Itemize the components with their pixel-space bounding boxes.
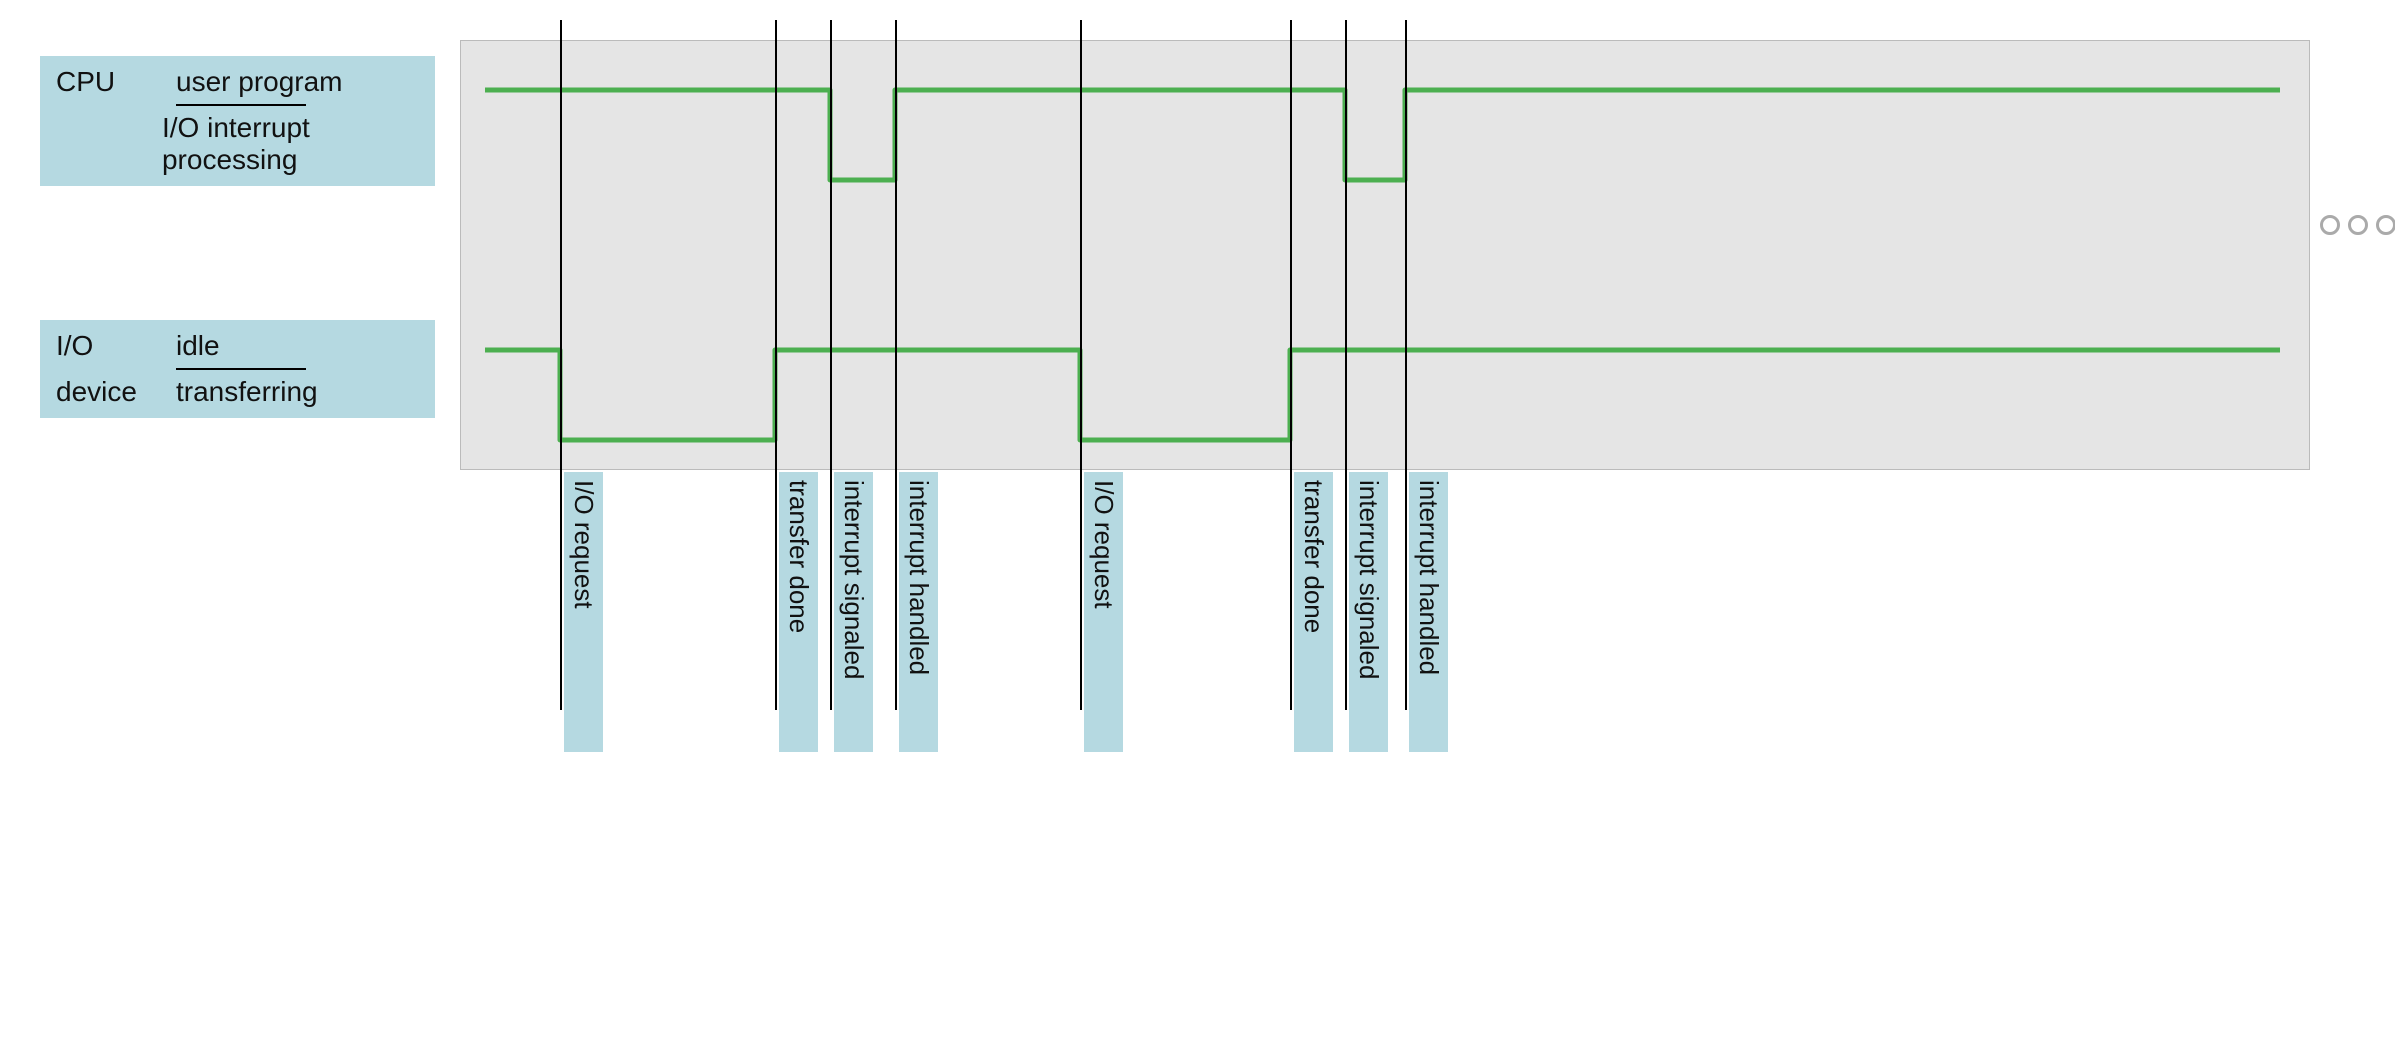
legend-cpu: CPU user program I/O interrupt processin… bbox=[40, 56, 435, 186]
event-label-io-request-1: I/O request bbox=[564, 472, 603, 752]
diagram-root: CPU user program I/O interrupt processin… bbox=[20, 20, 2375, 1020]
continuation-dots bbox=[2320, 215, 2395, 235]
event-line bbox=[560, 20, 562, 710]
legend-io-state-low: transferring bbox=[176, 376, 318, 408]
event-label-transfer-done-1: transfer done bbox=[779, 472, 818, 752]
event-line bbox=[1405, 20, 1407, 710]
event-line bbox=[1080, 20, 1082, 710]
legend-cpu-state-high: user program bbox=[176, 66, 343, 98]
plot-area bbox=[460, 40, 2310, 470]
event-label-interrupt-handled-2: interrupt handled bbox=[1409, 472, 1448, 752]
event-line bbox=[830, 20, 832, 710]
legend-io: I/O idle device transferring bbox=[40, 320, 435, 418]
event-label-interrupt-signaled-1: interrupt signaled bbox=[834, 472, 873, 752]
event-label-interrupt-handled-1: interrupt handled bbox=[899, 472, 938, 752]
event-label-interrupt-signaled-2: interrupt signaled bbox=[1349, 472, 1388, 752]
event-label-transfer-done-2: transfer done bbox=[1294, 472, 1333, 752]
legend-io-title-2: device bbox=[56, 376, 137, 407]
legend-divider bbox=[176, 368, 306, 370]
event-label-io-request-2: I/O request bbox=[1084, 472, 1123, 752]
legend-cpu-state-low: I/O interrupt processing bbox=[162, 112, 419, 176]
legend-cpu-title: CPU bbox=[56, 66, 176, 98]
dot-icon bbox=[2348, 215, 2368, 235]
event-line bbox=[775, 20, 777, 710]
dot-icon bbox=[2320, 215, 2340, 235]
event-line bbox=[1345, 20, 1347, 710]
event-line bbox=[895, 20, 897, 710]
legend-io-state-high: idle bbox=[176, 330, 220, 362]
legend-divider bbox=[176, 104, 306, 106]
dot-icon bbox=[2376, 215, 2395, 235]
legend-io-title-1: I/O bbox=[56, 330, 93, 361]
event-line bbox=[1290, 20, 1292, 710]
